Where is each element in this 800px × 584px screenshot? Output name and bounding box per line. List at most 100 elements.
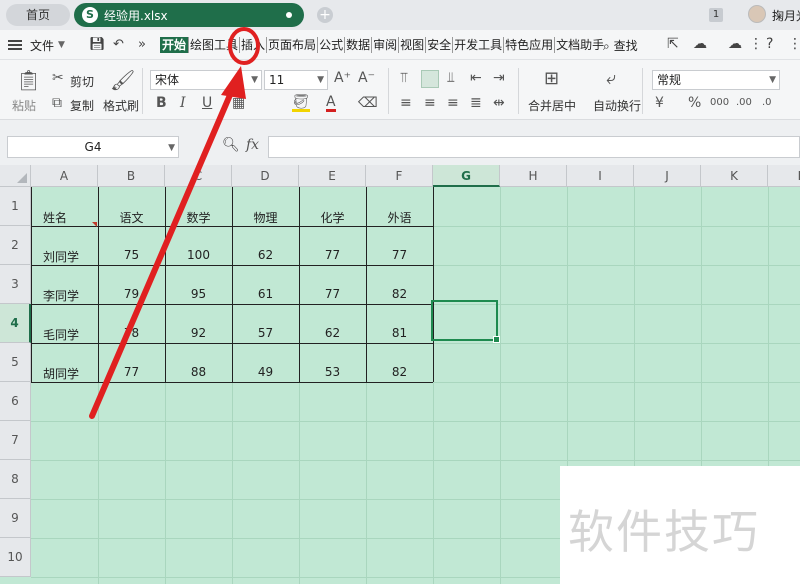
more-options-icon[interactable]: ⋮ <box>749 36 763 52</box>
table-cell[interactable]: 刘同学 <box>43 248 98 265</box>
column-header-b[interactable]: B <box>98 165 165 187</box>
row-header-8[interactable]: 8 <box>0 460 31 499</box>
column-header-d[interactable]: D <box>232 165 299 187</box>
table-cell[interactable]: 82 <box>366 365 433 379</box>
thousands-icon[interactable]: 000 <box>710 97 729 108</box>
fill-color-icon[interactable]: 🪣︎ <box>292 95 310 112</box>
column-header-f[interactable]: F <box>366 165 433 187</box>
distribute-icon[interactable]: ⇹ <box>493 95 505 111</box>
row-header-4[interactable]: 4 <box>0 304 31 343</box>
table-cell[interactable]: 81 <box>366 326 433 340</box>
table-header-cell[interactable]: 姓名 <box>43 209 98 226</box>
indent-decrease-icon[interactable]: ⇤ <box>470 70 482 86</box>
font-color-icon[interactable]: A <box>326 95 336 112</box>
column-header-k[interactable]: K <box>701 165 768 187</box>
cloud-sync-icon[interactable]: ☁ <box>693 36 707 52</box>
tab-data[interactable]: 数据 <box>345 37 373 53</box>
table-cell[interactable]: 62 <box>299 326 366 340</box>
merge-center-button[interactable]: 合并居中 <box>528 97 576 114</box>
table-cell[interactable]: 胡同学 <box>43 365 98 382</box>
tab-doc-assistant[interactable]: 文档助手 <box>555 37 605 53</box>
currency-icon[interactable]: ¥ <box>655 95 664 111</box>
column-header-g[interactable]: G <box>433 165 500 187</box>
tab-view[interactable]: 视图 <box>399 37 427 53</box>
tab-developer[interactable]: 开发工具 <box>453 37 505 53</box>
align-left-icon[interactable]: ≡ <box>400 95 412 111</box>
percent-icon[interactable]: % <box>688 95 701 111</box>
column-header-c[interactable]: C <box>165 165 232 187</box>
row-header-10[interactable]: 10 <box>0 538 31 577</box>
align-bottom-icon[interactable]: ⫫ <box>447 70 455 86</box>
number-format-select[interactable]: 常规 ▼ <box>652 70 780 90</box>
justify-icon[interactable]: ≣ <box>470 95 482 111</box>
increase-decimal-icon[interactable]: .00 <box>736 97 752 108</box>
search-button[interactable]: ⌕ 查找 <box>603 37 638 54</box>
name-box[interactable]: G4 ▼ <box>7 136 179 158</box>
zoom-icon[interactable]: 🔍︎ <box>222 137 240 153</box>
active-cell-g4[interactable] <box>431 300 500 343</box>
fx-icon[interactable]: fx <box>246 137 259 153</box>
row-header-6[interactable]: 6 <box>0 382 31 421</box>
column-header-e[interactable]: E <box>299 165 366 187</box>
row-header-9[interactable]: 9 <box>0 499 31 538</box>
table-header-cell[interactable]: 化学 <box>299 209 366 226</box>
paste-button[interactable]: 粘贴 <box>12 97 36 114</box>
table-cell[interactable]: 92 <box>165 326 232 340</box>
window-count-badge[interactable]: 1 <box>709 8 723 22</box>
clear-format-icon[interactable]: ⌫ <box>358 95 378 111</box>
more-icon[interactable]: » <box>138 37 146 52</box>
file-tab[interactable]: S 经验用.xlsx <box>74 3 304 27</box>
table-header-cell[interactable]: 物理 <box>232 209 299 226</box>
table-cell[interactable]: 毛同学 <box>43 326 98 343</box>
help-icon[interactable]: ? <box>766 36 773 52</box>
tab-start[interactable]: 开始 <box>160 37 190 53</box>
font-name-select[interactable]: 宋体 ▼ <box>150 70 262 90</box>
border-icon[interactable]: ▦ <box>232 95 245 111</box>
table-cell[interactable]: 61 <box>232 287 299 301</box>
new-tab-button[interactable]: + <box>317 7 333 23</box>
table-cell[interactable]: 78 <box>98 326 165 340</box>
unsaved-dot-icon[interactable] <box>286 12 292 18</box>
indent-increase-icon[interactable]: ⇥ <box>493 70 505 86</box>
column-header-a[interactable]: A <box>31 165 98 187</box>
decrease-font-icon[interactable]: A⁻ <box>358 70 375 86</box>
tab-special-apps[interactable]: 特色应用 <box>504 37 556 53</box>
table-cell[interactable]: 100 <box>165 248 232 262</box>
wrap-text-button[interactable]: 自动换行 <box>593 97 641 114</box>
wrap-text-icon[interactable]: ⤶ <box>606 68 616 89</box>
comment-indicator-icon[interactable] <box>92 222 97 227</box>
avatar[interactable] <box>748 5 766 23</box>
tab-drawing-tools[interactable]: 绘图工具 <box>189 37 241 53</box>
row-header-7[interactable]: 7 <box>0 421 31 460</box>
table-cell[interactable]: 77 <box>98 365 165 379</box>
save-icon[interactable]: 💾︎ <box>89 37 106 52</box>
align-right-icon[interactable]: ≡ <box>447 95 459 111</box>
align-top-icon[interactable]: ⫪ <box>400 70 408 86</box>
table-cell[interactable]: 53 <box>299 365 366 379</box>
table-cell[interactable]: 57 <box>232 326 299 340</box>
copy-icon[interactable]: ⧉ <box>52 95 62 111</box>
underline-icon[interactable]: U <box>202 95 212 111</box>
table-cell[interactable]: 79 <box>98 287 165 301</box>
table-cell[interactable]: 82 <box>366 287 433 301</box>
row-header-5[interactable]: 5 <box>0 343 31 382</box>
cloud-status-icon[interactable]: ☁ <box>728 36 742 52</box>
username[interactable]: 掬月光 <box>772 7 800 24</box>
select-all-corner[interactable] <box>0 165 31 187</box>
file-menu[interactable]: 文件 ▼ <box>8 36 65 54</box>
table-header-cell[interactable]: 语文 <box>98 209 165 226</box>
table-cell[interactable]: 李同学 <box>43 287 98 304</box>
formula-input[interactable] <box>268 136 800 158</box>
cut-icon[interactable]: ✂ <box>52 70 64 86</box>
row-header-2[interactable]: 2 <box>0 226 31 265</box>
minimize-icon[interactable]: ⋮ <box>788 36 800 52</box>
italic-icon[interactable]: I <box>180 95 186 111</box>
share-icon[interactable]: ⇱ <box>667 36 679 52</box>
table-header-cell[interactable]: 数学 <box>165 209 232 226</box>
table-cell[interactable]: 95 <box>165 287 232 301</box>
table-cell[interactable]: 75 <box>98 248 165 262</box>
table-cell[interactable]: 77 <box>366 248 433 262</box>
merge-center-icon[interactable]: ⊞ <box>544 68 559 89</box>
column-header-j[interactable]: J <box>634 165 701 187</box>
format-painter-button[interactable]: 格式刷 <box>103 97 139 114</box>
